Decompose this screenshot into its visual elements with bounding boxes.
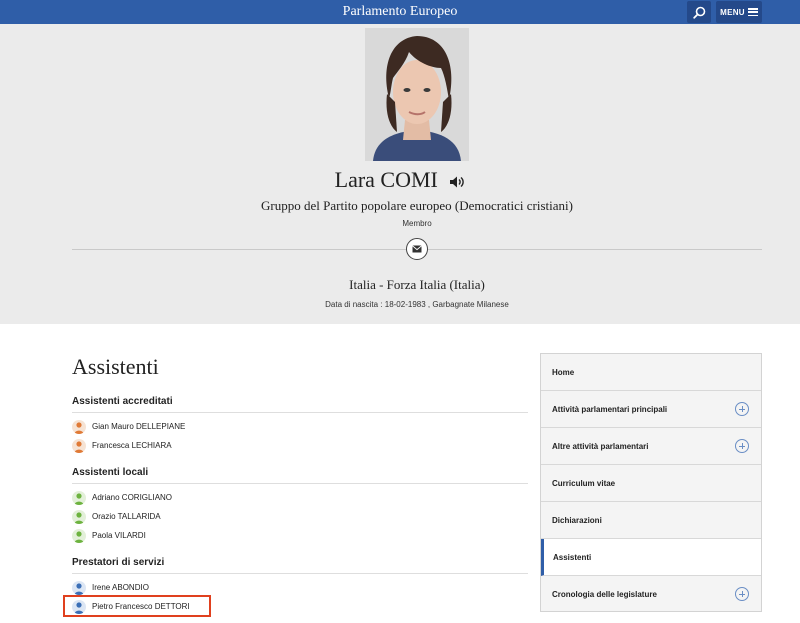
site-title[interactable]: Parlamento Europeo	[0, 0, 800, 24]
member-name: Lara COMI	[334, 167, 438, 192]
list-item[interactable]: Gian Mauro DELLEPIANE	[72, 417, 528, 436]
hamburger-icon	[747, 8, 758, 16]
sidebar-item-label: Dichiarazioni	[552, 515, 602, 525]
plus-circle-icon[interactable]	[735, 587, 749, 601]
speaker-icon[interactable]	[449, 175, 465, 189]
sidebar-item-other-activities[interactable]: Altre attività parlamentari	[541, 428, 761, 465]
profile-header: Lara COMI Gruppo del Partito popolare eu…	[0, 24, 800, 324]
sidebar-item-home[interactable]: Home	[541, 354, 761, 391]
list-item[interactable]: Pietro Francesco DETTORI	[63, 595, 528, 617]
sidebar-item-label: Attività parlamentari principali	[552, 404, 668, 414]
assistants-content: Assistenti Assistenti accreditati Gian M…	[63, 352, 528, 617]
person-icon	[72, 509, 86, 524]
list-item[interactable]: Francesca LECHIARA	[72, 436, 528, 455]
sidebar-item-cv[interactable]: Curriculum vitae	[541, 465, 761, 502]
sidebar-nav: Home Attività parlamentari principali Al…	[540, 353, 762, 612]
sidebar-item-assistants[interactable]: Assistenti	[541, 539, 761, 576]
email-button[interactable]	[406, 238, 428, 260]
plus-circle-icon[interactable]	[735, 402, 749, 416]
highlight-box	[63, 595, 211, 617]
list-item[interactable]: Adriano CORIGLIANO	[72, 488, 528, 507]
sidebar-item-label: Assistenti	[553, 552, 592, 562]
menu-label: MENU	[720, 7, 745, 17]
assistant-name: Gian Mauro DELLEPIANE	[92, 422, 186, 431]
section-local: Assistenti locali Adriano CORIGLIANO Ora…	[72, 467, 528, 545]
section-title: Assistenti locali	[72, 467, 528, 484]
country-party: Italia - Forza Italia (Italia)	[349, 277, 485, 292]
envelope-icon	[412, 245, 422, 253]
member-name-row: Lara COMI	[0, 167, 800, 193]
person-icon	[72, 580, 86, 595]
assistant-name: Orazio TALLARIDA	[92, 512, 161, 521]
sidebar-item-label: Altre attività parlamentari	[552, 441, 649, 451]
sidebar-item-main-activities[interactable]: Attività parlamentari principali	[541, 391, 761, 428]
sidebar-item-legislatures[interactable]: Cronologia delle legislature	[541, 576, 761, 613]
assistant-name: Adriano CORIGLIANO	[92, 493, 173, 502]
page-title: Assistenti	[72, 354, 159, 379]
person-icon	[72, 419, 86, 434]
top-bar: Parlamento Europeo MENU	[0, 0, 800, 24]
assistant-name: Paola VILARDI	[92, 531, 146, 540]
sidebar-item-label: Cronologia delle legislature	[552, 590, 657, 599]
section-accredited: Assistenti accreditati Gian Mauro DELLEP…	[72, 396, 528, 455]
sidebar-item-label: Curriculum vitae	[552, 478, 616, 488]
search-icon	[692, 6, 705, 19]
section-services: Prestatori di servizi Irene ABONDIO Piet…	[63, 557, 528, 617]
political-group: Gruppo del Partito popolare europeo (Dem…	[261, 198, 573, 213]
person-icon	[72, 528, 86, 543]
section-title: Assistenti accreditati	[72, 396, 528, 413]
assistant-name: Francesca LECHIARA	[92, 441, 172, 450]
sidebar-item-declarations[interactable]: Dichiarazioni	[541, 502, 761, 539]
sidebar-item-label: Home	[552, 367, 575, 377]
assistant-name: Irene ABONDIO	[92, 583, 149, 592]
list-item[interactable]: Orazio TALLARIDA	[72, 507, 528, 526]
menu-button[interactable]: MENU	[716, 1, 762, 23]
search-button[interactable]	[687, 1, 711, 23]
person-icon	[72, 438, 86, 453]
person-icon	[72, 490, 86, 505]
birth-info: Data di nascita : 18-02-1983 , Garbagnat…	[325, 300, 509, 309]
member-photo	[365, 28, 469, 161]
member-role: Membro	[402, 219, 432, 228]
section-title: Prestatori di servizi	[72, 557, 528, 574]
plus-circle-icon[interactable]	[735, 439, 749, 453]
list-item[interactable]: Paola VILARDI	[72, 526, 528, 545]
